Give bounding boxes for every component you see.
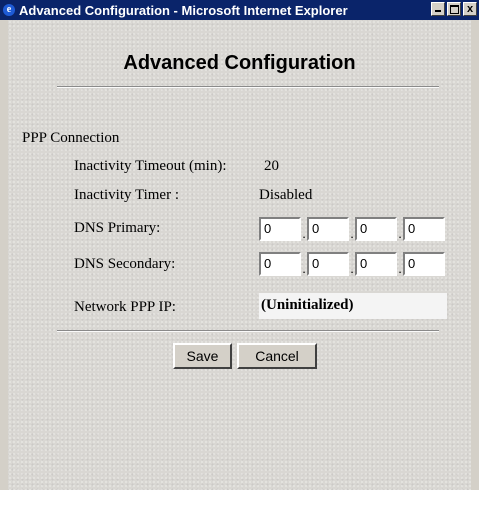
title-bar[interactable]: e Advanced Configuration - Microsoft Int… bbox=[0, 0, 479, 20]
cancel-button[interactable]: Cancel bbox=[237, 343, 317, 369]
divider-top bbox=[57, 86, 439, 88]
close-button[interactable]: x bbox=[463, 2, 477, 16]
window-controls: x bbox=[429, 2, 477, 16]
dns-primary-octet-3[interactable]: 0 bbox=[355, 217, 397, 241]
network-ppp-ip-value: (Uninitialized) bbox=[259, 293, 447, 319]
dns-secondary-fields: 0 . 0 . 0 . 0 bbox=[259, 252, 445, 276]
minimize-button[interactable] bbox=[431, 2, 445, 16]
internet-explorer-icon: e bbox=[3, 4, 15, 16]
dns-secondary-octet-1[interactable]: 0 bbox=[259, 252, 301, 276]
inactivity-timeout-value: 20 bbox=[264, 158, 279, 174]
inactivity-timeout-label: Inactivity Timeout (min): bbox=[74, 158, 227, 174]
dns-primary-label: DNS Primary: bbox=[74, 220, 161, 236]
inactivity-timer-value: Disabled bbox=[259, 187, 313, 203]
browser-window: e Advanced Configuration - Microsoft Int… bbox=[0, 0, 479, 490]
dns-primary-octet-1[interactable]: 0 bbox=[259, 217, 301, 241]
dns-secondary-octet-4[interactable]: 0 bbox=[403, 252, 445, 276]
section-label-ppp-connection: PPP Connection bbox=[22, 130, 120, 146]
dns-primary-octet-4[interactable]: 0 bbox=[403, 217, 445, 241]
save-button[interactable]: Save bbox=[173, 343, 232, 369]
dns-primary-octet-2[interactable]: 0 bbox=[307, 217, 349, 241]
inactivity-timer-label: Inactivity Timer : bbox=[74, 187, 179, 203]
page-title: Advanced Configuration bbox=[123, 52, 356, 74]
divider-bottom bbox=[57, 330, 439, 332]
network-ppp-ip-label: Network PPP IP: bbox=[74, 299, 176, 315]
dns-secondary-octet-3[interactable]: 0 bbox=[355, 252, 397, 276]
window-title: Advanced Configuration - Microsoft Inter… bbox=[19, 2, 348, 18]
dns-secondary-label: DNS Secondary: bbox=[74, 256, 176, 272]
dns-secondary-octet-2[interactable]: 0 bbox=[307, 252, 349, 276]
dns-primary-fields: 0 . 0 . 0 . 0 bbox=[259, 217, 445, 241]
maximize-button[interactable] bbox=[447, 2, 461, 16]
page-content: Advanced Configuration PPP Connection In… bbox=[8, 20, 471, 490]
